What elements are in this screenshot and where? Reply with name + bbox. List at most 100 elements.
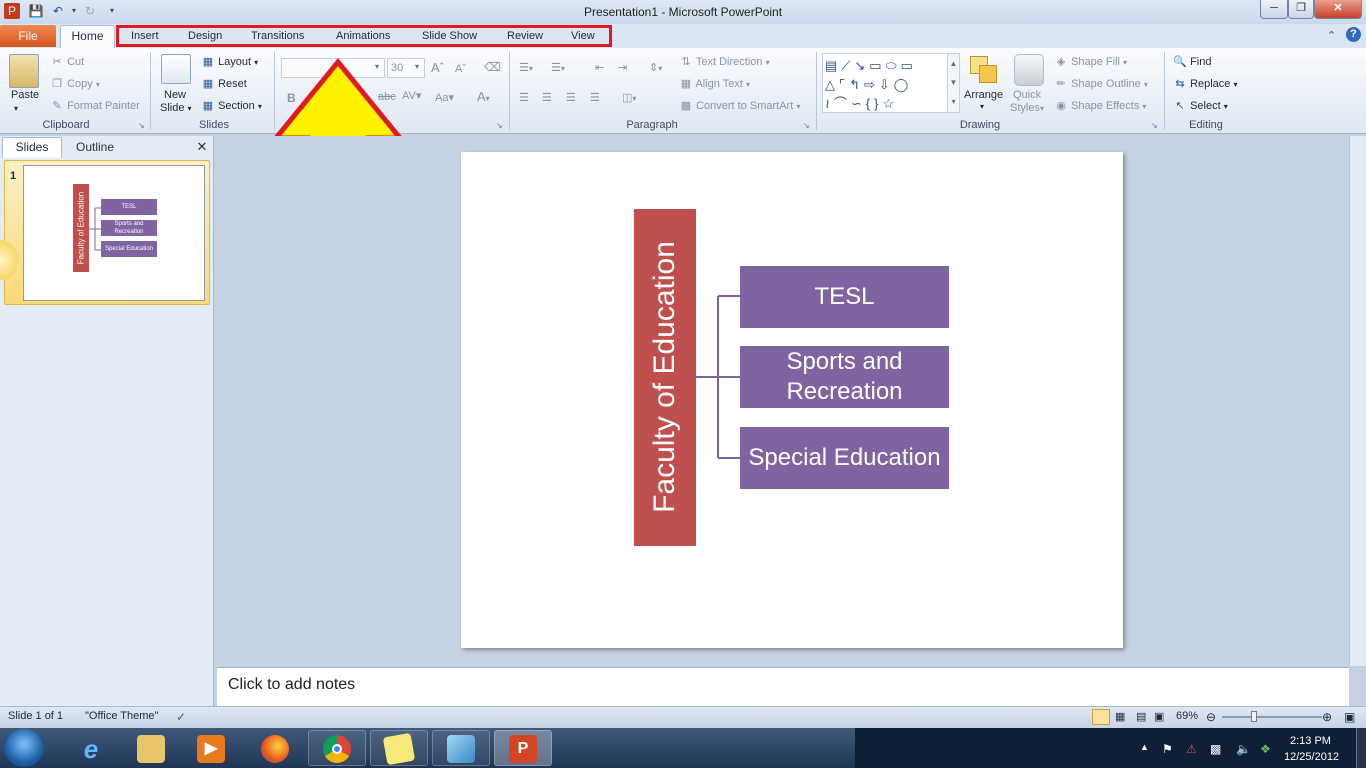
align-left-icon[interactable]: ☰ xyxy=(519,91,529,104)
section-button[interactable]: Section xyxy=(218,100,255,112)
close-button[interactable]: ✕ xyxy=(1314,0,1362,19)
drawing-launcher-icon[interactable]: ↘ xyxy=(1151,121,1158,130)
paste-icon[interactable] xyxy=(9,54,39,88)
slide-thumbnail[interactable]: Faculty of Education TESL Sports and Rec… xyxy=(23,165,205,301)
tab-outline[interactable]: Outline xyxy=(64,137,126,158)
notes-pane[interactable] xyxy=(217,667,1349,707)
cut-button[interactable]: Cut xyxy=(67,56,84,68)
zoom-level[interactable]: 69% xyxy=(1176,710,1198,722)
decrease-indent-icon[interactable]: ⇤ xyxy=(595,61,604,74)
text-direction-button[interactable]: Text Direction xyxy=(696,56,763,68)
arrange-button[interactable]: Arrange xyxy=(964,89,1003,101)
help-icon[interactable]: ? xyxy=(1346,27,1361,42)
columns-icon[interactable]: ◫▾ xyxy=(622,91,636,104)
shapes-gallery[interactable]: ▤⟋↘▭⬭▭ △⌜↰⇨⇩◯ ≀⌒∽{}☆ ▲ ▼ ▾ xyxy=(822,53,960,113)
slide-sorter-icon[interactable]: ▦ xyxy=(1115,710,1125,723)
powerpoint-taskbar-icon[interactable]: P xyxy=(494,730,552,766)
show-hidden-icons[interactable]: ▲ xyxy=(1140,742,1149,752)
paste-button[interactable]: Paste xyxy=(11,89,39,101)
shrink-font-icon[interactable]: Aˇ xyxy=(455,63,466,75)
start-button[interactable] xyxy=(4,729,44,767)
find-button[interactable]: Find xyxy=(1190,56,1211,68)
paragraph-launcher-icon[interactable]: ↘ xyxy=(803,121,810,130)
file-explorer-taskbar-icon[interactable] xyxy=(122,730,180,766)
media-player-taskbar-icon[interactable]: ▶ xyxy=(182,730,240,766)
update-icon[interactable]: ❖ xyxy=(1260,742,1271,756)
align-text-button[interactable]: Align Text xyxy=(695,78,743,90)
zoom-slider-thumb[interactable] xyxy=(1251,711,1257,722)
quick-styles-label-2[interactable]: Styles▾ xyxy=(1010,102,1044,114)
select-dropdown-icon[interactable]: ▾ xyxy=(1224,102,1228,111)
network-warning-icon[interactable]: ⚠ xyxy=(1186,742,1197,756)
arrange-icon[interactable] xyxy=(968,54,1000,86)
replace-button[interactable]: Replace xyxy=(1190,78,1230,90)
notes-placeholder[interactable]: Click to add notes xyxy=(228,676,355,694)
layout-button[interactable]: Layout xyxy=(218,56,251,68)
action-center-flag-icon[interactable]: ⚑ xyxy=(1162,742,1173,756)
align-center-icon[interactable]: ☰ xyxy=(542,91,552,104)
section-dropdown-icon[interactable]: ▾ xyxy=(258,102,262,111)
shapes-gallery-scroll[interactable]: ▲ ▼ ▾ xyxy=(947,54,959,112)
numbering-icon[interactable]: ☰▾ xyxy=(551,61,565,74)
volume-icon[interactable]: 🔈 xyxy=(1236,742,1251,756)
convert-smartart-button[interactable]: Convert to SmartArt xyxy=(696,100,793,112)
select-button[interactable]: Select xyxy=(1190,100,1221,112)
grow-font-icon[interactable]: Aˆ xyxy=(431,60,444,75)
increase-indent-icon[interactable]: ⇥ xyxy=(618,61,627,74)
child-shape-special-education[interactable]: Special Education xyxy=(740,427,949,489)
text-direction-dropdown-icon[interactable]: ▾ xyxy=(766,58,770,67)
quick-styles-icon[interactable] xyxy=(1014,54,1044,86)
tab-file[interactable]: File xyxy=(0,25,56,47)
convert-smartart-dropdown-icon[interactable]: ▾ xyxy=(796,102,800,111)
new-slide-label-1[interactable]: New xyxy=(164,89,186,101)
theme-name[interactable]: "Office Theme" xyxy=(85,710,158,722)
clear-formatting-icon[interactable]: ⌫ xyxy=(484,60,501,74)
new-slide-label-2[interactable]: Slide ▾ xyxy=(160,102,192,114)
clipboard-launcher-icon[interactable]: ↘ xyxy=(138,121,145,130)
bullets-icon[interactable]: ☰▾ xyxy=(519,61,533,74)
layout-dropdown-icon[interactable]: ▾ xyxy=(254,58,258,67)
minimize-button[interactable]: ─ xyxy=(1260,0,1288,19)
vertical-scrollbar[interactable] xyxy=(1349,136,1366,666)
slide-show-icon[interactable]: ▣ xyxy=(1154,710,1164,723)
format-painter-button[interactable]: Format Painter xyxy=(67,100,140,112)
snipping-tool-taskbar-icon[interactable] xyxy=(432,730,490,766)
justify-icon[interactable]: ☰ xyxy=(590,91,600,104)
copy-button[interactable]: Copy xyxy=(67,78,93,90)
font-color-icon[interactable]: A▾ xyxy=(477,89,490,104)
paste-dropdown-icon[interactable]: ▾ xyxy=(14,104,18,113)
normal-view-icon[interactable] xyxy=(1092,709,1110,725)
align-text-dropdown-icon[interactable]: ▾ xyxy=(746,80,750,89)
shape-fill-button[interactable]: Shape Fill xyxy=(1071,56,1120,68)
zoom-slider[interactable] xyxy=(1222,716,1322,718)
close-pane-icon[interactable]: ✕ xyxy=(194,139,210,155)
tab-slides[interactable]: Slides xyxy=(2,137,62,158)
sticky-notes-taskbar-icon[interactable] xyxy=(370,730,428,766)
fit-to-window-icon[interactable]: ▣ xyxy=(1344,710,1355,724)
replace-dropdown-icon[interactable]: ▾ xyxy=(1233,80,1237,89)
child-shape-sports[interactable]: Sports and Recreation xyxy=(740,346,949,408)
show-desktop-button[interactable] xyxy=(1356,728,1366,768)
new-slide-dropdown-icon[interactable]: ▾ xyxy=(188,104,192,113)
font-launcher-icon[interactable]: ↘ xyxy=(496,121,503,130)
slide-canvas[interactable]: Faculty of Education TESL Sports and Rec… xyxy=(461,152,1123,648)
firefox-taskbar-icon[interactable] xyxy=(246,730,304,766)
taskbar-time[interactable]: 2:13 PM xyxy=(1290,735,1331,747)
signal-icon[interactable]: ▩ xyxy=(1210,742,1221,756)
quick-styles-label-1[interactable]: Quick xyxy=(1013,89,1041,101)
shapes-gallery-icons[interactable]: ▤⟋↘▭⬭▭ △⌜↰⇨⇩◯ ≀⌒∽{}☆ xyxy=(825,56,943,113)
copy-dropdown-icon[interactable]: ▾ xyxy=(96,80,100,89)
child-shape-tesl[interactable]: TESL xyxy=(740,266,949,328)
reset-button[interactable]: Reset xyxy=(218,78,247,90)
minimize-ribbon-icon[interactable]: ⌃ xyxy=(1327,29,1336,42)
shape-outline-button[interactable]: Shape Outline xyxy=(1071,78,1141,90)
shape-effects-dropdown-icon[interactable]: ▾ xyxy=(1142,102,1146,111)
chrome-taskbar-icon[interactable] xyxy=(308,730,366,766)
shape-effects-button[interactable]: Shape Effects xyxy=(1071,100,1139,112)
line-spacing-icon[interactable]: ⇕▾ xyxy=(649,61,662,74)
internet-explorer-taskbar-icon[interactable]: e xyxy=(62,730,120,766)
change-case-icon[interactable]: Aa▾ xyxy=(435,91,454,104)
zoom-in-icon[interactable]: ⊕ xyxy=(1322,710,1332,724)
tab-home[interactable]: Home xyxy=(60,25,115,49)
align-right-icon[interactable]: ☰ xyxy=(566,91,576,104)
